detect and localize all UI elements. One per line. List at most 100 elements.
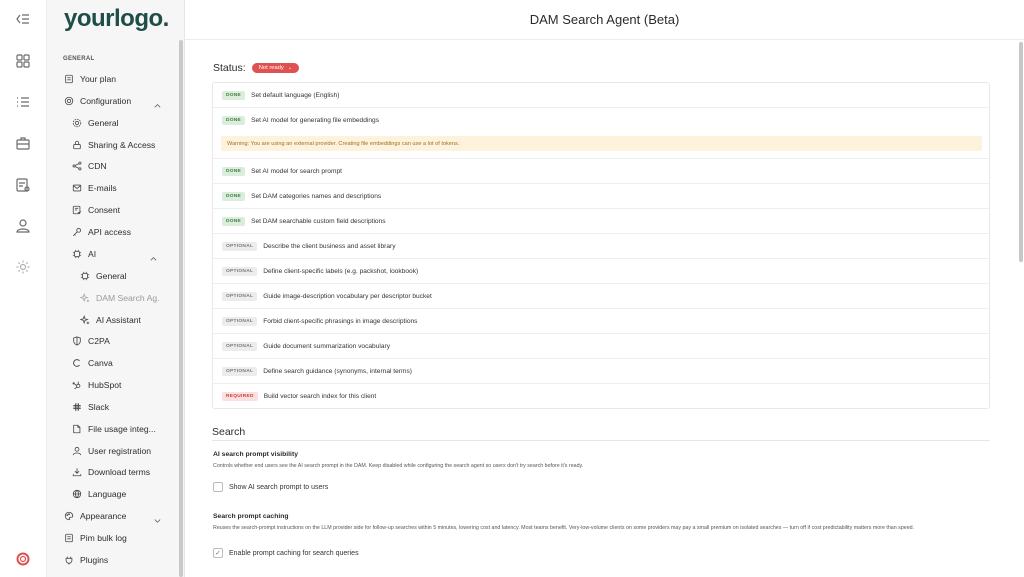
checklist-item-text: Build vector search index for this clien…: [263, 393, 377, 400]
sidebar-item-label: Slack: [88, 402, 110, 412]
sidebar-item-label: Appearance: [80, 511, 127, 521]
checklist-item[interactable]: OPTIONAL Define client-specific labels (…: [213, 259, 989, 284]
sidebar-item-user-registration[interactable]: User registration: [71, 443, 151, 459]
checklist-item[interactable]: OPTIONAL Describe the client business an…: [213, 234, 989, 259]
sidebar-item-your-plan[interactable]: Your plan: [63, 71, 116, 87]
checklist-item-text: Describe the client business and asset l…: [263, 242, 396, 250]
status-badge: REQUIRED: [222, 392, 258, 401]
sidebar-item-ai-general[interactable]: General: [79, 268, 127, 284]
page-header: DAM Search Agent (Beta): [185, 0, 1024, 40]
checklist-item-text: Set AI model for search prompt: [251, 167, 342, 175]
checklist-item-text: Guide image-description vocabulary per d…: [263, 292, 432, 300]
checklist-item[interactable]: DONE Set DAM categories names and descri…: [213, 184, 989, 209]
section-title-search: Search: [212, 426, 246, 438]
sidebar-item-pim-bulk-log[interactable]: Pim bulk log: [63, 530, 127, 546]
gear-icon[interactable]: [14, 258, 32, 276]
show-prompt-checkbox-row[interactable]: Show AI search prompt to users: [213, 482, 328, 492]
checklist-item-text: Forbid client-specific phrasings in imag…: [263, 317, 418, 325]
sidebar-item-configuration[interactable]: Configuration: [63, 93, 131, 109]
sidebar-item-consent[interactable]: Consent: [71, 202, 120, 218]
sidebar-item-label: Plugins: [80, 555, 109, 565]
checklist-item[interactable]: OPTIONAL Forbid client-specific phrasing…: [213, 309, 989, 334]
status-badge: OPTIONAL: [222, 341, 258, 351]
sidebar-item-language[interactable]: Language: [71, 486, 126, 502]
sidebar-item-api-access[interactable]: API access: [71, 224, 131, 240]
sidebar-item-label: Consent: [88, 205, 121, 215]
checklist-item[interactable]: DONE Set AI model for generating file em…: [213, 108, 989, 133]
checklist-item[interactable]: DONE Set DAM searchable custom field des…: [213, 209, 989, 234]
checklist-item[interactable]: REQUIRED Build vector search index for t…: [213, 384, 989, 409]
gear-icon: [63, 96, 74, 107]
checkbox-label: Show AI search prompt to users: [229, 483, 329, 491]
icon-rail: [0, 0, 47, 577]
status-badge: OPTIONAL: [222, 241, 258, 251]
sidebar-item-label: Download terms: [88, 467, 151, 477]
palette-icon: [63, 511, 74, 522]
sidebar-item-sharing-access[interactable]: Sharing & Access: [71, 137, 155, 153]
page-title: DAM Search Agent (Beta): [529, 12, 680, 27]
user-icon: [71, 446, 82, 457]
sidebar-item-ai[interactable]: AI: [71, 246, 96, 262]
checklist-item[interactable]: OPTIONAL Guide image-description vocabul…: [213, 284, 989, 309]
collapse-icon[interactable]: [14, 10, 32, 28]
sparkle-icon: [79, 315, 90, 326]
sidebar-item-general[interactable]: General: [71, 115, 119, 131]
sidebar-item-label: Your plan: [80, 74, 116, 84]
warning-banner: Warning: You are using an external provi…: [221, 136, 982, 151]
setup-checklist: DONE Set default language (English) DONE…: [212, 82, 990, 409]
sidebar-item-dam-search-agent[interactable]: DAM Search Ag.: [79, 290, 160, 306]
chevron-up-icon[interactable]: [153, 97, 163, 108]
sidebar-item-file-usage[interactable]: File usage integ...: [71, 421, 156, 437]
prompt-caching-checkbox[interactable]: ✓: [213, 548, 223, 558]
status-dropdown[interactable]: Not ready ⌄: [251, 63, 300, 73]
checklist-item[interactable]: OPTIONAL Guide document summarization vo…: [213, 334, 989, 359]
sidebar-item-appearance[interactable]: Appearance: [63, 508, 126, 524]
sidebar-item-label: DAM Search Ag.: [96, 293, 160, 303]
lifebuoy-icon[interactable]: [14, 550, 32, 568]
sidebar-item-ai-assistant[interactable]: AI Assistant: [79, 312, 141, 328]
status-badge: OPTIONAL: [222, 316, 258, 326]
grid-icon[interactable]: [14, 52, 32, 70]
briefcase-icon[interactable]: [14, 134, 32, 152]
checklist-item-text: Define search guidance (synonyms, intern…: [263, 367, 412, 375]
user-icon[interactable]: [14, 217, 32, 235]
checklist-item[interactable]: OPTIONAL Define search guidance (synonym…: [213, 359, 989, 384]
sidebar-item-download-terms[interactable]: Download terms: [71, 464, 150, 480]
sidebar-item-hubspot[interactable]: HubSpot: [71, 377, 121, 393]
sidebar-item-slack[interactable]: Slack: [71, 399, 109, 415]
sidebar-item-cdn[interactable]: CDN: [71, 158, 107, 174]
chevron-up-icon[interactable]: [149, 250, 159, 261]
document-icon[interactable]: [14, 176, 32, 194]
logo[interactable]: yourlogo.: [64, 5, 169, 33]
sidebar-item-label: C2PA: [88, 336, 110, 346]
main-scrollbar[interactable]: [1019, 42, 1023, 262]
status-badge: DONE: [222, 191, 246, 201]
status-badge: DONE: [222, 216, 246, 226]
sidebar-item-plugins[interactable]: Plugins: [63, 552, 108, 568]
checklist-item-text: Set default language (English): [251, 91, 340, 99]
sidebar-item-c2pa[interactable]: C2PA: [71, 333, 110, 349]
checkmark-icon: ✓: [215, 550, 221, 557]
show-prompt-checkbox[interactable]: [213, 482, 223, 492]
sidebar-item-canva[interactable]: Canva: [71, 355, 113, 371]
sidebar-item-emails[interactable]: E-mails: [71, 180, 117, 196]
sidebar-item-label: User registration: [88, 446, 152, 456]
checklist-item-text: Set DAM searchable custom field descript…: [251, 217, 386, 225]
sidebar: yourlogo. GENERAL Your plan Configuratio…: [47, 0, 185, 577]
chip-icon: [71, 249, 82, 260]
sidebar-scrollbar[interactable]: [179, 40, 183, 577]
status-value: Not ready: [258, 65, 284, 71]
globe-icon: [71, 489, 82, 500]
prompt-caching-checkbox-row[interactable]: ✓ Enable prompt caching for search queri…: [213, 548, 359, 558]
status-badge: OPTIONAL: [222, 366, 258, 376]
chevron-down-icon: ⌄: [287, 65, 293, 71]
checklist-item[interactable]: DONE Set default language (English): [213, 83, 989, 108]
sidebar-item-label: AI Assistant: [96, 315, 141, 325]
divider: [212, 440, 990, 441]
chevron-down-icon[interactable]: [153, 512, 163, 523]
status-badge: DONE: [222, 166, 246, 176]
status-badge: OPTIONAL: [222, 266, 258, 276]
sidebar-item-label: Canva: [88, 358, 113, 368]
list-icon[interactable]: [14, 93, 32, 111]
checklist-item[interactable]: DONE Set AI model for search prompt: [213, 159, 989, 184]
